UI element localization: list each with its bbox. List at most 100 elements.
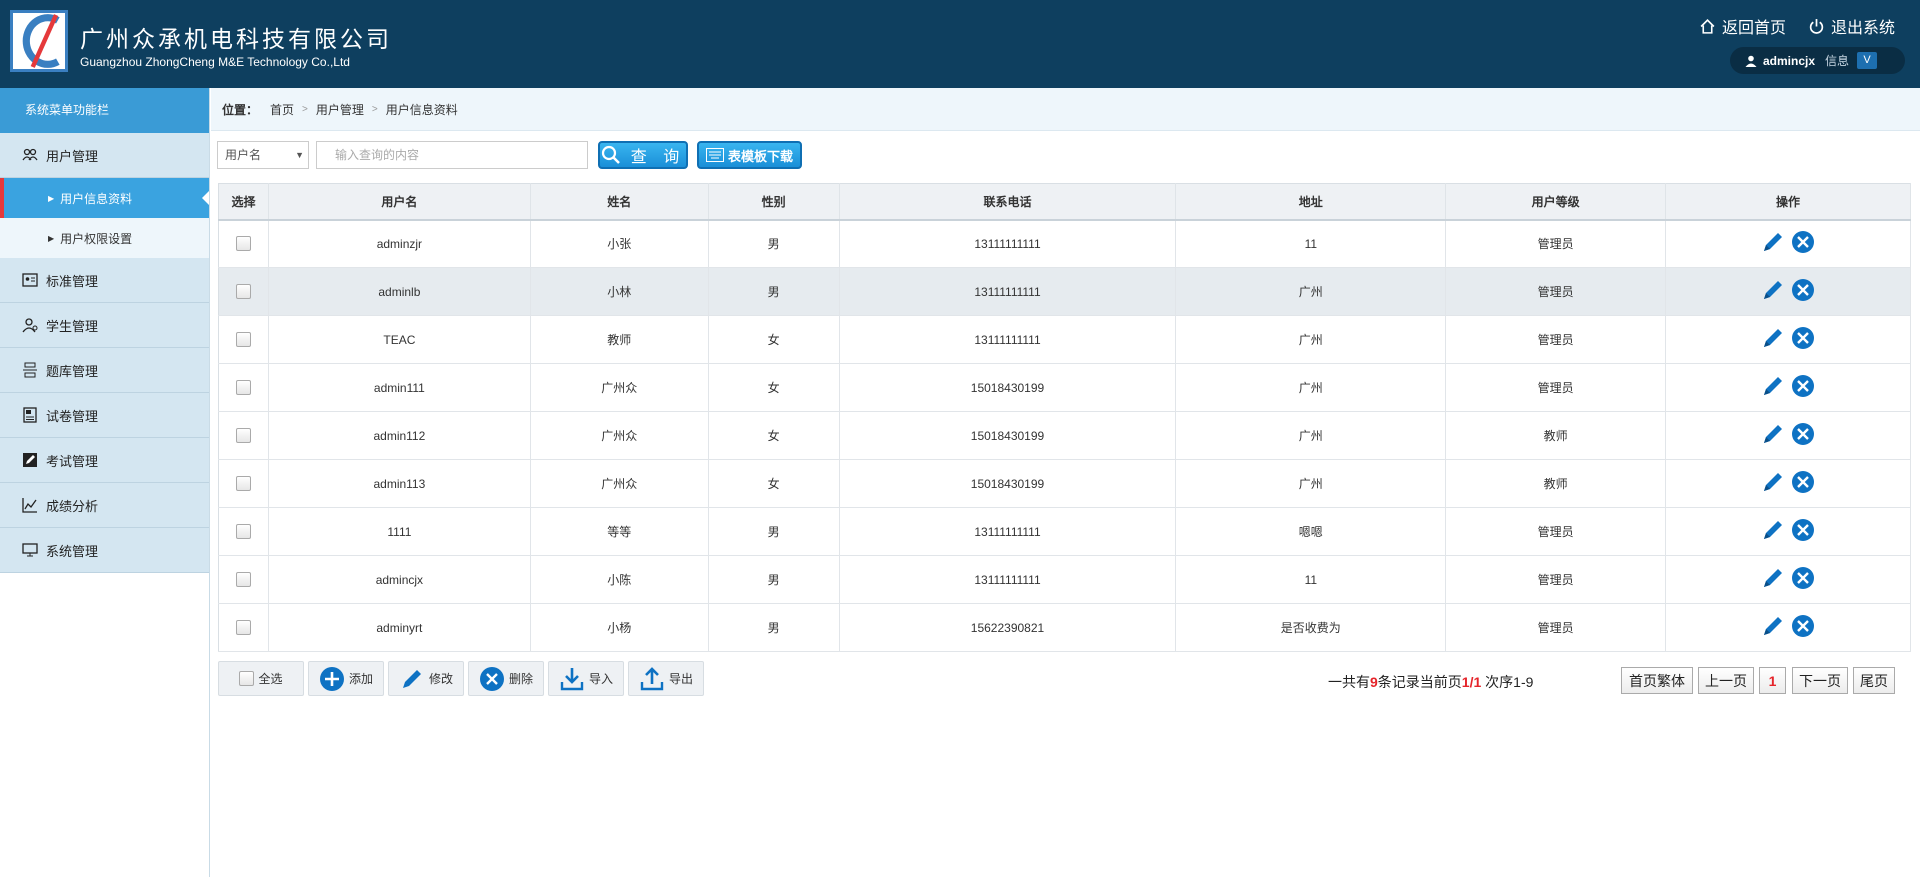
edit-pencil-icon[interactable] bbox=[1761, 566, 1785, 590]
delete-x-icon[interactable] bbox=[1791, 278, 1815, 302]
edit-button[interactable]: 修改 bbox=[388, 661, 464, 696]
delete-x-icon[interactable] bbox=[1791, 518, 1815, 542]
prev-page-button[interactable]: 上一页 bbox=[1698, 667, 1754, 694]
delete-button[interactable]: 删除 bbox=[468, 661, 544, 696]
user-dropdown-button[interactable]: V bbox=[1857, 52, 1878, 69]
table-row[interactable]: TEAC 教师 女 13111111111 广州 管理员 bbox=[218, 315, 1911, 364]
edit-pencil-icon[interactable] bbox=[1761, 518, 1785, 542]
next-page-button[interactable]: 下一页 bbox=[1792, 667, 1848, 694]
cell-username: admin111 bbox=[268, 363, 531, 412]
delete-x-icon[interactable] bbox=[1791, 470, 1815, 494]
row-checkbox[interactable] bbox=[235, 620, 251, 636]
row-checkbox[interactable] bbox=[235, 476, 251, 492]
edit-pencil-icon[interactable] bbox=[1761, 470, 1785, 494]
delete-x-icon[interactable] bbox=[1791, 566, 1815, 590]
col-header-level[interactable]: 用户等级 bbox=[1445, 183, 1667, 221]
users-icon bbox=[22, 148, 38, 161]
row-checkbox[interactable] bbox=[235, 524, 251, 540]
table-header-row: 选择 用户名 姓名 性别 联系电话 地址 用户等级 操作 bbox=[218, 183, 1911, 221]
cell-address: 广州 bbox=[1175, 411, 1447, 460]
menu-standard[interactable]: 标准管理 bbox=[0, 258, 209, 303]
edit-pencil-icon[interactable] bbox=[1761, 326, 1785, 350]
delete-x-icon[interactable] bbox=[1791, 326, 1815, 350]
user-info-link[interactable]: 信息 bbox=[1825, 52, 1849, 69]
cell-actions bbox=[1665, 411, 1911, 460]
breadcrumb-user-mgmt[interactable]: 用户管理 bbox=[316, 101, 364, 118]
col-header-phone[interactable]: 联系电话 bbox=[839, 183, 1177, 221]
export-button[interactable]: 导出 bbox=[628, 661, 704, 696]
edit-pencil-icon[interactable] bbox=[1761, 278, 1785, 302]
select-all-checkbox[interactable] bbox=[239, 671, 255, 686]
last-page-button[interactable]: 尾页 bbox=[1853, 667, 1895, 694]
menu-paper[interactable]: 试卷管理 bbox=[0, 393, 209, 438]
row-checkbox[interactable] bbox=[235, 332, 251, 348]
menu-student[interactable]: 学生管理 bbox=[0, 303, 209, 348]
menu-question-bank-label: 题库管理 bbox=[46, 363, 99, 379]
table-row[interactable]: adminlb 小林 男 13111111111 广州 管理员 bbox=[218, 267, 1911, 316]
table-row[interactable]: 1111 等等 男 13111111111 嗯嗯 管理员 bbox=[218, 507, 1911, 556]
row-checkbox[interactable] bbox=[235, 236, 251, 252]
select-all-button[interactable]: 全选 bbox=[218, 661, 304, 696]
query-button[interactable]: 查 询 bbox=[598, 141, 688, 169]
row-checkbox[interactable] bbox=[235, 572, 251, 588]
menu-score[interactable]: 成绩分析 bbox=[0, 483, 209, 528]
user-icon bbox=[1745, 55, 1757, 67]
submenu-user-info[interactable]: ▶ 用户信息资料 bbox=[0, 178, 209, 218]
menu-question-bank[interactable]: 题库管理 bbox=[0, 348, 209, 393]
logout-link[interactable]: 退出系统 bbox=[1808, 14, 1895, 38]
current-page-button[interactable]: 1 bbox=[1759, 667, 1786, 694]
edit-pencil-icon[interactable] bbox=[1761, 614, 1785, 638]
add-button[interactable]: 添加 bbox=[308, 661, 384, 696]
menu-user-mgmt[interactable]: 用户管理 bbox=[0, 133, 209, 178]
first-page-button[interactable]: 首页繁体 bbox=[1621, 667, 1693, 694]
edit-pencil-icon[interactable] bbox=[1761, 374, 1785, 398]
user-bar: admincjx 信息 V bbox=[1730, 47, 1905, 74]
power-icon bbox=[1809, 18, 1824, 34]
row-checkbox[interactable] bbox=[235, 380, 251, 396]
submenu-user-perm[interactable]: ▶ 用户权限设置 bbox=[0, 218, 209, 258]
pager-prefix: 一共有 bbox=[1328, 674, 1370, 690]
cell-level: 管理员 bbox=[1445, 507, 1667, 556]
cell-gender: 女 bbox=[708, 363, 840, 412]
home-icon bbox=[1700, 18, 1715, 34]
col-header-name[interactable]: 姓名 bbox=[530, 183, 709, 221]
row-checkbox[interactable] bbox=[235, 284, 251, 300]
edit-pencil-icon[interactable] bbox=[1761, 422, 1785, 446]
keyboard-icon bbox=[705, 148, 724, 162]
home-link[interactable]: 返回首页 bbox=[1699, 14, 1786, 38]
id-card-icon bbox=[22, 273, 38, 287]
delete-x-icon[interactable] bbox=[1791, 374, 1815, 398]
col-header-address[interactable]: 地址 bbox=[1175, 183, 1447, 221]
edit-pencil-icon[interactable] bbox=[1761, 230, 1785, 254]
col-header-username[interactable]: 用户名 bbox=[268, 183, 531, 221]
row-checkbox[interactable] bbox=[235, 428, 251, 444]
table-row[interactable]: admincjx 小陈 男 13111111111 11 管理员 bbox=[218, 555, 1911, 604]
table-row[interactable]: admin111 广州众 女 15018430199 广州 管理员 bbox=[218, 363, 1911, 412]
table-row[interactable]: admin113 广州众 女 15018430199 广州 教师 bbox=[218, 459, 1911, 508]
delete-x-icon[interactable] bbox=[1791, 230, 1815, 254]
breadcrumb-label: 位置： bbox=[222, 102, 259, 117]
cell-level: 管理员 bbox=[1445, 219, 1667, 268]
table-row[interactable]: admin112 广州众 女 15018430199 广州 教师 bbox=[218, 411, 1911, 460]
search-field-select-value: 用户名 bbox=[225, 148, 262, 162]
menu-system[interactable]: 系统管理 bbox=[0, 528, 209, 573]
breadcrumb: 位置： 首页 > 用户管理 > 用户信息资料 bbox=[211, 88, 1920, 131]
template-download-button[interactable]: 表模板下载 bbox=[697, 141, 802, 169]
delete-x-icon[interactable] bbox=[1791, 614, 1815, 638]
delete-x-icon[interactable] bbox=[1791, 422, 1815, 446]
menu-paper-label: 试卷管理 bbox=[46, 408, 99, 424]
cell-level: 管理员 bbox=[1445, 363, 1667, 412]
col-header-gender[interactable]: 性别 bbox=[708, 183, 840, 221]
add-button-label: 添加 bbox=[348, 672, 373, 686]
cell-username: admin112 bbox=[268, 411, 531, 460]
row-select-cell bbox=[218, 363, 269, 412]
cell-gender: 男 bbox=[708, 267, 840, 316]
breadcrumb-home[interactable]: 首页 bbox=[270, 101, 294, 118]
table-row[interactable]: adminzjr 小张 男 13111111111 11 管理员 bbox=[218, 219, 1911, 268]
table-row[interactable]: adminyrt 小杨 男 15622390821 是否收费为 管理员 bbox=[218, 603, 1911, 652]
search-input[interactable] bbox=[316, 141, 588, 169]
logout-link-label: 退出系统 bbox=[1830, 20, 1895, 37]
menu-exam[interactable]: 考试管理 bbox=[0, 438, 209, 483]
import-button[interactable]: 导入 bbox=[548, 661, 624, 696]
search-field-select[interactable]: 用户名 ▼ bbox=[217, 141, 309, 169]
